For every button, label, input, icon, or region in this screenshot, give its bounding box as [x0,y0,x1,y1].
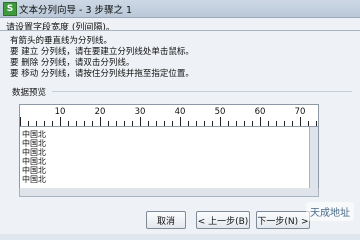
next-button[interactable]: 下一步(N) > [256,211,310,229]
data-preview-box[interactable]: 中国北 中国北 中国北 中国北 中国北 中国北 [19,126,319,190]
ruler-tick-label: 20 [94,107,106,117]
instruction-text: 分列线，请按住分列线并拖至指定位置。 [40,69,194,79]
spreadsheet-app-icon: S [3,2,17,16]
ruler-tick-label: 40 [174,107,186,117]
window-title: 文本分列向导 - 3 步骤之 1 [19,5,133,16]
vertical-scrollbar[interactable] [309,127,318,189]
title-bar: S 文本分列向导 - 3 步骤之 1 [0,0,360,18]
divider [52,91,352,92]
preview-row: 中国北 [22,175,46,184]
data-preview-label: 数据预览 [12,88,47,98]
horizontal-scrollbar[interactable] [19,188,319,197]
step-subtitle: 请设置字段宽度 (列间隔)。 [6,23,115,33]
text-to-columns-wizard-window: S 文本分列向导 - 3 步骤之 1 请设置字段宽度 (列间隔)。 有箭头的垂直… [0,0,360,234]
instruction-move: 要 移动 分列线，请按住分列线并拖至指定位置。 [10,67,194,79]
ruler-tick-label: 10 [54,107,66,117]
cancel-button[interactable]: 取消 [146,211,186,229]
ruler-tick-label: 70 [294,107,306,117]
ruler-tick-label: 30 [134,107,146,117]
divider [0,30,360,31]
ruler-tick-label: 50 [214,107,226,117]
ruler-tick-label: 60 [254,107,266,117]
instruction-verb: 要 移动 [10,69,39,79]
column-ruler[interactable]: 10 20 30 40 50 60 70 [19,104,319,127]
instructions-group: 有箭头的垂直线为分列线。 要 建立 分列线，请在要建立分列线处单击鼠标。 要 删… [6,34,354,82]
watermark-text: 天成地址 [306,202,354,221]
back-button[interactable]: < 上一步(B) [196,211,250,229]
